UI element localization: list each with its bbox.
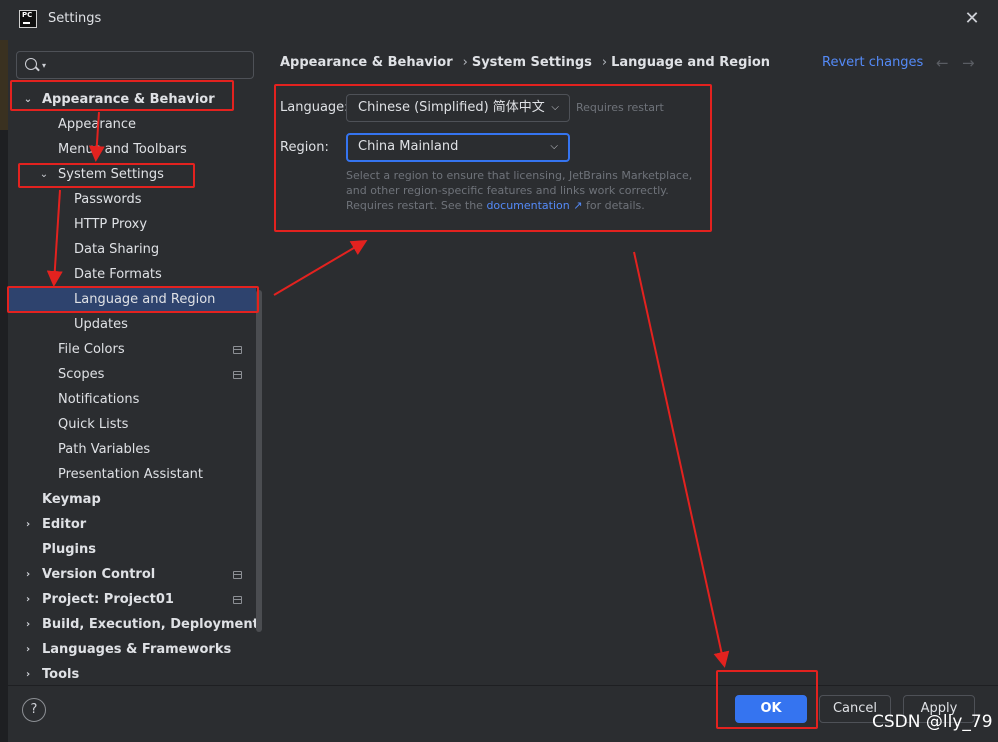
- help-button[interactable]: ?: [22, 698, 46, 722]
- chevron-right-icon: ›: [462, 55, 468, 70]
- sidebar-item[interactable]: Data Sharing: [8, 238, 256, 262]
- background-window-strip: [0, 40, 8, 742]
- sidebar-item-label: Plugins: [42, 542, 96, 557]
- sidebar-item[interactable]: File Colors: [8, 338, 256, 362]
- shared-settings-icon: [233, 371, 242, 379]
- chevron-right-icon[interactable]: ›: [22, 588, 34, 612]
- sidebar-item-label: Editor: [42, 517, 87, 532]
- sidebar-item-label: Version Control: [42, 567, 156, 582]
- sidebar-item-label: Notifications: [58, 392, 140, 407]
- annotation-arrow: [273, 239, 368, 296]
- window-title: Settings: [48, 11, 102, 26]
- search-options-icon[interactable]: ▾: [42, 61, 46, 70]
- annotation-arrow: [633, 251, 730, 668]
- back-arrow-icon[interactable]: ←: [936, 54, 949, 72]
- sidebar-item-label: Path Variables: [58, 442, 151, 457]
- shared-settings-icon: [233, 346, 242, 354]
- sidebar-item-label: Project: Project01: [42, 592, 174, 607]
- sidebar-item-label: Data Sharing: [74, 242, 160, 257]
- sidebar-item-label: Appearance: [58, 117, 137, 132]
- annotation-box-ok: [716, 670, 818, 729]
- sidebar-item[interactable]: Path Variables: [8, 438, 256, 462]
- shared-settings-icon: [233, 596, 242, 604]
- sidebar-item[interactable]: Appearance: [8, 113, 256, 137]
- close-icon[interactable]: ✕: [962, 9, 982, 29]
- chevron-right-icon[interactable]: ›: [22, 513, 34, 537]
- sidebar-item[interactable]: Quick Lists: [8, 413, 256, 437]
- sidebar-item-label: Tools: [42, 667, 80, 682]
- breadcrumb: Appearance & Behavior › System Settings › La…: [280, 55, 774, 70]
- pycharm-logo-icon: PC: [19, 10, 37, 28]
- sidebar-item[interactable]: Keymap: [8, 488, 256, 512]
- breadcrumb-item[interactable]: Appearance & Behavior: [280, 55, 453, 70]
- sidebar-item-label: Menus and Toolbars: [58, 142, 187, 157]
- sidebar-item[interactable]: Scopes: [8, 363, 256, 387]
- search-icon: [25, 58, 37, 70]
- breadcrumb-item: Language and Region: [611, 55, 771, 70]
- sidebar-item-label: Presentation Assistant: [58, 467, 203, 482]
- sidebar-item-label: Passwords: [74, 192, 142, 207]
- sidebar-item-label: Keymap: [42, 492, 101, 507]
- sidebar-item-label: HTTP Proxy: [74, 217, 148, 232]
- chevron-right-icon[interactable]: ›: [22, 563, 34, 587]
- chevron-right-icon: ›: [601, 55, 608, 70]
- chevron-right-icon[interactable]: ›: [22, 613, 34, 637]
- forward-arrow-icon[interactable]: →: [962, 54, 975, 72]
- sidebar-item[interactable]: › Tools: [8, 663, 256, 687]
- sidebar-item-label: Quick Lists: [58, 417, 129, 432]
- chevron-right-icon[interactable]: ›: [22, 638, 34, 662]
- sidebar-item[interactable]: Menus and Toolbars: [8, 138, 256, 162]
- sidebar-item-label: Date Formats: [74, 267, 162, 282]
- shared-settings-icon: [233, 571, 242, 579]
- revert-changes-link[interactable]: Revert changes: [822, 55, 923, 70]
- watermark: CSDN @lly_79: [872, 712, 993, 732]
- sidebar-item[interactable]: Presentation Assistant: [8, 463, 256, 487]
- annotation-box-form: [274, 84, 712, 232]
- breadcrumb-item[interactable]: System Settings: [472, 55, 592, 70]
- chevron-right-icon[interactable]: ›: [22, 663, 34, 687]
- sidebar-item[interactable]: › Version Control: [8, 563, 256, 587]
- sidebar-item[interactable]: Date Formats: [8, 263, 256, 287]
- annotation-box-language-region: [7, 286, 259, 313]
- sidebar-item[interactable]: › Languages & Frameworks: [8, 638, 256, 662]
- sidebar-item[interactable]: Passwords: [8, 188, 256, 212]
- sidebar-item[interactable]: › Editor: [8, 513, 256, 537]
- sidebar-scrollbar[interactable]: [256, 290, 262, 632]
- sidebar-item[interactable]: › Build, Execution, Deployment: [8, 613, 259, 637]
- title-bar: PC Settings ✕: [0, 0, 998, 40]
- sidebar-item-label: File Colors: [58, 342, 125, 357]
- annotation-box-system-settings: [18, 163, 195, 188]
- annotation-box-appearance: [10, 80, 234, 111]
- sidebar-item-label: Languages & Frameworks: [42, 642, 232, 657]
- sidebar-item[interactable]: › Project: Project01: [8, 588, 256, 612]
- sidebar-item-label: Scopes: [58, 367, 105, 382]
- sidebar-item[interactable]: HTTP Proxy: [8, 213, 256, 237]
- sidebar-item[interactable]: Notifications: [8, 388, 256, 412]
- sidebar-item-label: Build, Execution, Deployment: [42, 617, 259, 632]
- sidebar-item[interactable]: Updates: [8, 313, 256, 337]
- search-input[interactable]: ▾: [16, 51, 254, 79]
- settings-sidebar: ▾ ⌄ Appearance & Behavior Appearance Menus …: [8, 40, 264, 685]
- sidebar-item[interactable]: Plugins: [8, 538, 256, 562]
- sidebar-item-label: Updates: [74, 317, 128, 332]
- footer-divider: [8, 685, 998, 686]
